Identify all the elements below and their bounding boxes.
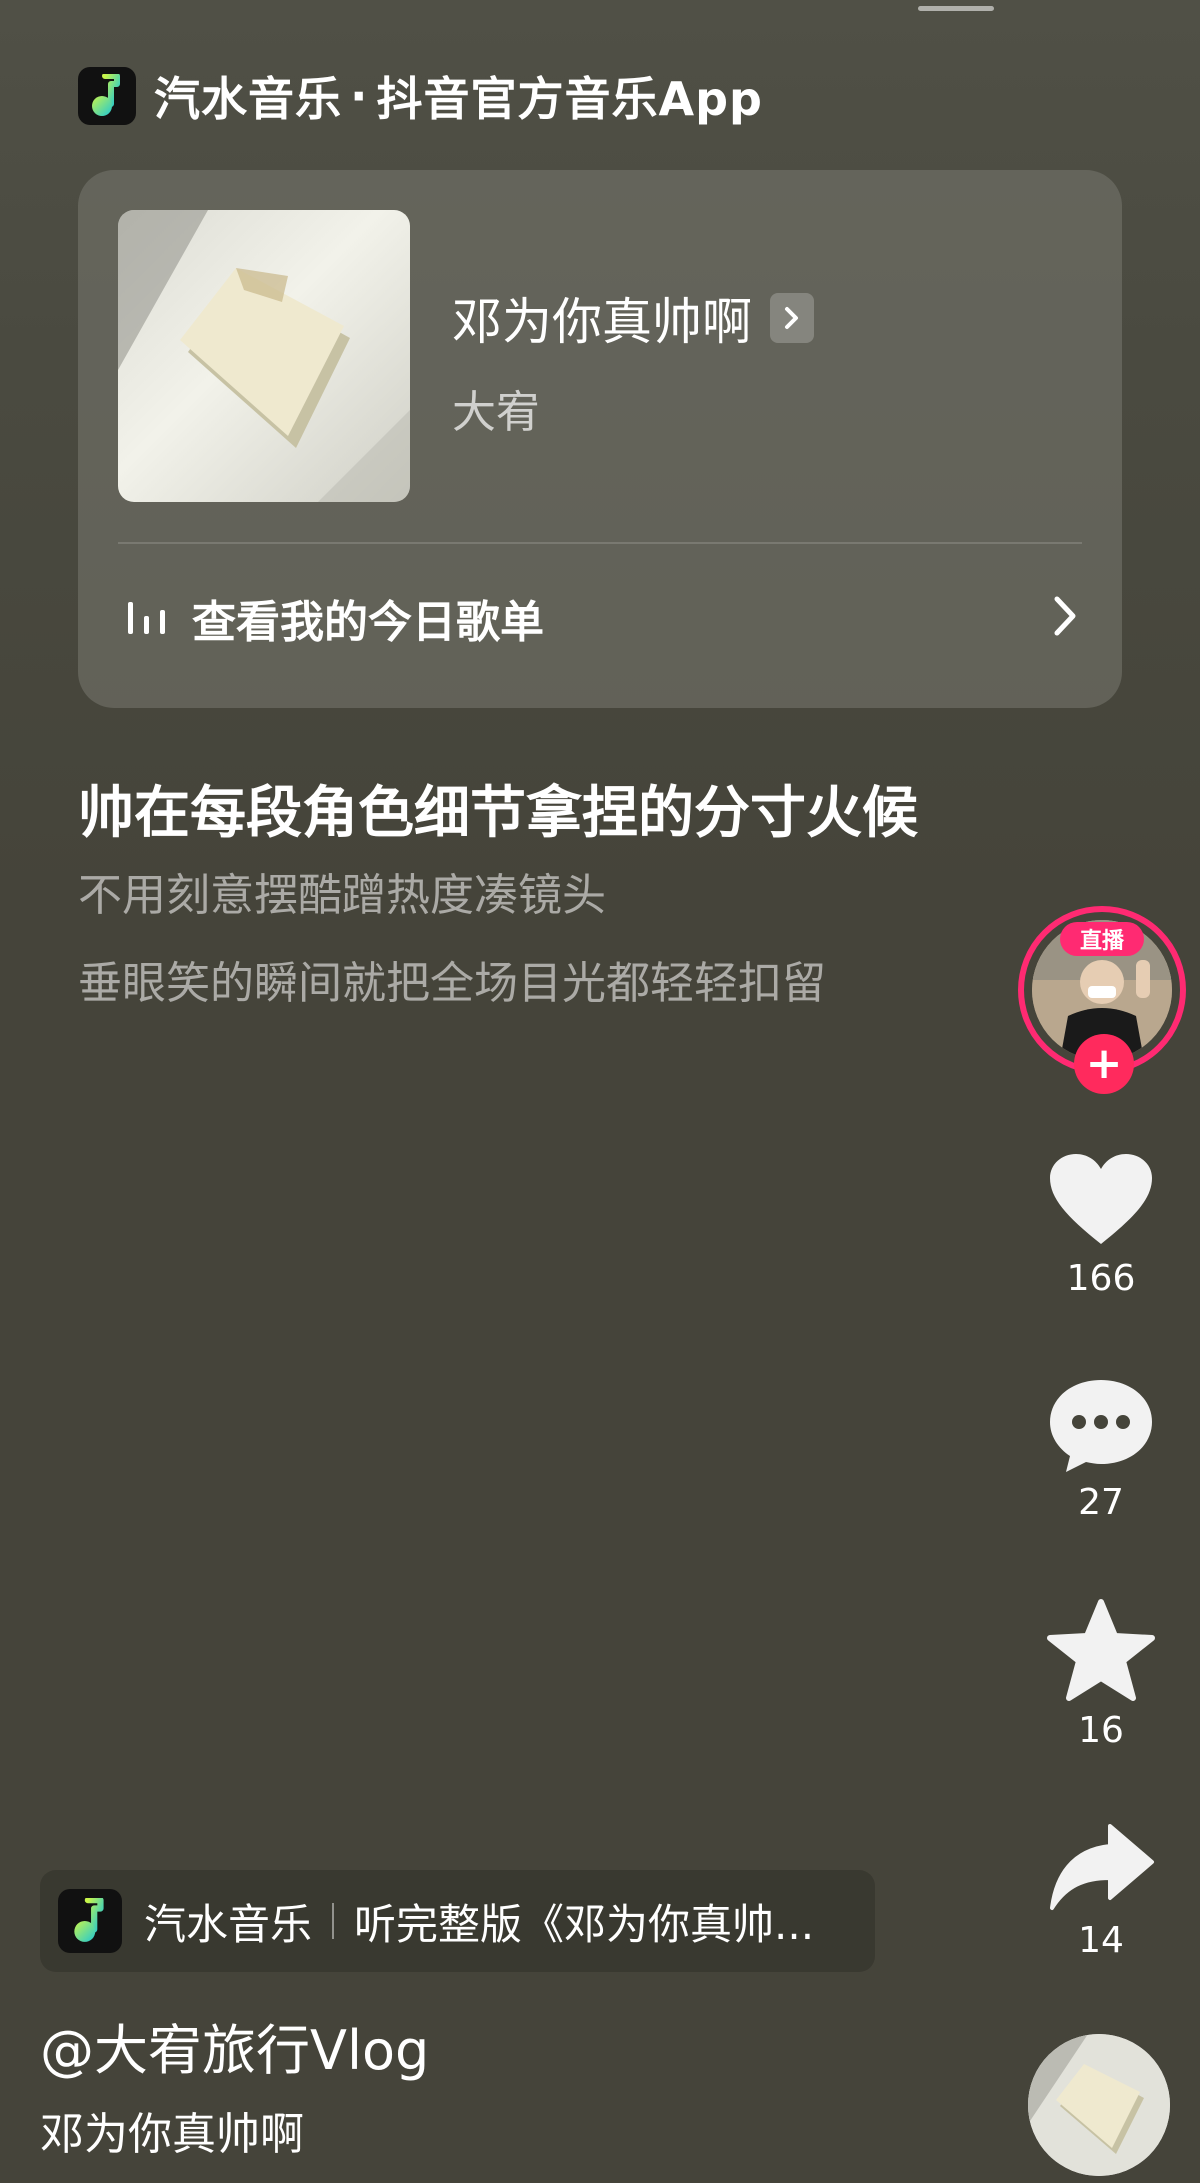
like-count: 166 xyxy=(1066,1258,1136,1299)
heart-icon xyxy=(1050,1154,1152,1244)
brand-tagline: 抖音官方音乐App xyxy=(376,72,763,126)
playlist-label: 查看我的今日歌单 xyxy=(192,597,544,648)
soda-music-logo-icon xyxy=(58,1889,122,1953)
page-indicator xyxy=(918,6,994,11)
star-icon xyxy=(1047,1599,1155,1701)
today-playlist-link[interactable]: 查看我的今日歌单 xyxy=(126,578,1078,658)
favorite-count: 16 xyxy=(1078,1710,1124,1751)
comment-icon xyxy=(1050,1380,1152,1472)
chevron-right-icon xyxy=(1052,594,1078,642)
song-title: 邓为你真帅啊 xyxy=(452,293,752,351)
lyrics-block: 帅在每段角色细节拿捏的分寸火候 不用刻意摆酷蹭热度凑镜头 垂眼笑的瞬间就把全场目… xyxy=(78,770,1008,1018)
lyric-current-line: 帅在每段角色细节拿捏的分寸火候 xyxy=(78,781,918,846)
music-app-name: 汽水音乐 xyxy=(144,1899,313,1949)
post-caption: 邓为你真帅啊 xyxy=(40,2109,304,2160)
brand-separator: · xyxy=(350,69,369,123)
brand-app-name: 汽水音乐 xyxy=(154,72,342,126)
brand-header[interactable]: 汽水音乐 · 抖音官方音乐App xyxy=(78,66,763,126)
divider xyxy=(118,542,1082,544)
like-button[interactable]: 166 xyxy=(1036,1150,1166,1299)
soda-music-logo-icon xyxy=(78,67,136,125)
listen-full-version-link[interactable]: 听完整版《邓为你真帅... xyxy=(354,1891,854,1952)
share-button[interactable]: 14 xyxy=(1036,1822,1166,1961)
music-promo-bar[interactable]: 汽水音乐 听完整版《邓为你真帅... xyxy=(40,1870,875,1972)
comment-count: 27 xyxy=(1078,1482,1124,1523)
favorite-button[interactable]: 16 xyxy=(1036,1598,1166,1751)
comment-button[interactable]: 27 xyxy=(1036,1374,1166,1523)
song-artist: 大宥 xyxy=(452,387,540,438)
divider xyxy=(332,1903,335,1939)
chevron-right-icon[interactable] xyxy=(770,293,814,343)
lyric-following-line: 垂眼笑的瞬间就把全场目光都轻轻扣留 xyxy=(78,958,826,1009)
bars-icon xyxy=(126,596,170,640)
share-count: 14 xyxy=(1078,1920,1124,1961)
author-avatar[interactable]: 直播 + xyxy=(1018,906,1186,1094)
author-handle[interactable]: @大宥旅行Vlog xyxy=(40,2006,429,2085)
song-info[interactable]: 邓为你真帅啊 大宥 xyxy=(452,282,814,440)
lyric-next-line: 不用刻意摆酷蹭热度凑镜头 xyxy=(78,870,606,921)
song-card[interactable]: 邓为你真帅啊 大宥 查看我的今日歌单 xyxy=(78,170,1122,708)
share-icon xyxy=(1050,1824,1154,1910)
album-cover[interactable] xyxy=(118,210,410,502)
music-disc[interactable] xyxy=(1028,2034,1170,2176)
follow-button[interactable]: + xyxy=(1074,1034,1134,1094)
live-badge: 直播 xyxy=(1060,922,1144,956)
